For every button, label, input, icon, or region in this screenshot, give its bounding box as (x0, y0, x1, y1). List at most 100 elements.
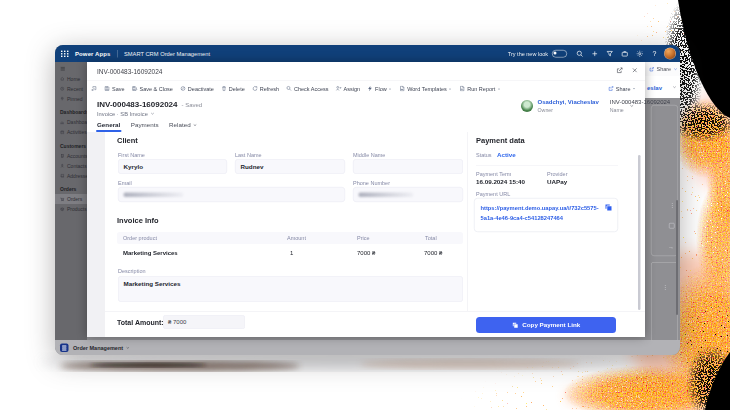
copy-payment-link-button[interactable]: Copy Payment Link (476, 317, 616, 333)
background-owner-link[interactable]: eslav (647, 84, 662, 91)
background-panel (651, 262, 678, 341)
payment-section-heading: Payment data (476, 136, 525, 145)
dialog-scrollbar[interactable] (638, 155, 641, 310)
chevron-down-icon (447, 86, 453, 91)
phone-field[interactable] (353, 187, 463, 202)
chevron-down-icon[interactable] (126, 345, 131, 350)
form-content: Client First Name Last Name Middle Name … (87, 132, 645, 337)
hamburger-icon[interactable] (60, 66, 87, 72)
waffle-icon[interactable] (61, 50, 69, 57)
flow-button[interactable]: Flow (367, 86, 392, 92)
try-new-look-toggle[interactable] (552, 50, 567, 58)
total-amount-field[interactable]: ₴ 7000 (163, 315, 245, 329)
restore-dialog-icon[interactable] (91, 86, 97, 92)
owner-avatar[interactable] (521, 100, 533, 112)
payment-url-link2[interactable]: 5a1a-4e46-9ca4-c54128247464 (481, 215, 564, 221)
assign-button[interactable]: Assign (336, 86, 361, 92)
background-icon (669, 223, 675, 229)
dimmed-backdrop: ⋮ → ⋮ (645, 98, 680, 340)
invoice-table-row[interactable]: Marketing Services 1 7000 ₴ 7000 ₴ (117, 244, 463, 262)
delete-button[interactable]: Delete (221, 86, 245, 92)
last-name-field[interactable]: Rudnev (235, 159, 345, 174)
sidebar-group-dashboards[interactable]: Dashboards (55, 108, 87, 117)
description-label: Description (118, 268, 146, 274)
cell-price: 7000 ₴ (357, 249, 375, 256)
payment-url-field: https://payment.demo.uapay.ua/i/732c5575… (474, 198, 618, 232)
sidebar-item-orders[interactable]: Orders (55, 194, 87, 204)
sidebar-item-addresses[interactable]: Addresses (55, 171, 87, 181)
user-avatar[interactable] (664, 48, 676, 60)
record-title: INV-000483-16092024- Saved (97, 100, 202, 109)
sidebar-item-accounts[interactable]: Accounts (55, 151, 87, 161)
share-icon (649, 66, 655, 72)
close-icon[interactable] (631, 67, 640, 76)
description-field[interactable]: Marketing Services (118, 276, 463, 302)
try-new-look-label: Try the new look (508, 51, 548, 57)
share-button-background[interactable]: Share (649, 66, 680, 72)
email-label: Email (118, 180, 132, 186)
gear-icon[interactable] (632, 45, 647, 62)
status-value: Active (497, 151, 516, 158)
save-status: - Saved (182, 101, 203, 108)
sidebar-item-dashboard[interactable]: Dashboard (55, 117, 87, 127)
chevron-down-icon (150, 111, 155, 116)
payment-url-link[interactable]: https://payment.demo.uapay.ua/i/732c5575… (481, 205, 599, 211)
record-header: INV-000483-16092024- Saved Invoice · SB … (87, 97, 645, 118)
run-report-button[interactable]: Run Report (459, 86, 501, 92)
tab-payments[interactable]: Payments (131, 118, 159, 132)
first-name-label: First Name (118, 152, 145, 158)
col-price: Price (357, 235, 370, 241)
deactivate-button[interactable]: Deactivate (180, 86, 214, 92)
middle-name-field[interactable] (353, 159, 463, 174)
sidebar-item-home[interactable]: Home (55, 74, 87, 84)
sidebar-item-activities[interactable]: Activities (55, 127, 87, 137)
header-fields: Osadchyi, ViacheslavOwner INV-000483-160… (521, 99, 670, 113)
copy-url-icon[interactable] (605, 204, 613, 212)
sidebar-item-pinned[interactable]: Pinned (55, 94, 87, 104)
help-icon[interactable]: ? (647, 45, 662, 62)
check-access-button[interactable]: Check Access (286, 86, 329, 92)
footer-divider (105, 311, 645, 312)
owner-label: Owner (538, 107, 599, 113)
first-name-field[interactable]: Kyrylo (118, 159, 227, 174)
cell-product: Marketing Services (123, 249, 178, 256)
tab-related[interactable]: Related (169, 118, 198, 132)
word-templates-button[interactable]: Word Templates (399, 86, 452, 92)
sidebar-item-products[interactable]: Products (55, 204, 87, 214)
dialog-titlebar: INV-000483-16092024 (87, 62, 645, 81)
sidebar-group-customers[interactable]: Customers (55, 142, 87, 151)
ellipsis-icon: ⋮ (662, 284, 668, 289)
record-name-label: Name (610, 107, 670, 113)
share-icon (608, 86, 614, 92)
settings-briefcase-icon[interactable] (617, 45, 632, 62)
sidebar-group-orders[interactable]: Orders (55, 185, 87, 194)
filter-icon[interactable] (602, 45, 617, 62)
popout-icon[interactable] (616, 67, 625, 76)
app-switcher-label[interactable]: Order Management (73, 345, 123, 351)
save-button[interactable]: Save (104, 86, 125, 92)
payment-term-value: 16.09.2024 15:40 (476, 178, 525, 185)
record-subtitle[interactable]: Invoice · SB Invoice (97, 111, 155, 117)
refresh-button[interactable]: Refresh (252, 86, 279, 92)
plus-icon[interactable] (587, 45, 602, 62)
phone-label: Phone Number (353, 180, 390, 186)
copy-icon (512, 322, 519, 329)
payment-url-label: Payment URL (476, 191, 510, 197)
background-scrollbar[interactable] (676, 200, 678, 315)
owner-link[interactable]: Osadchyi, Viacheslav (538, 99, 599, 106)
sidebar-item-recent[interactable]: Recent (55, 84, 87, 94)
save-and-close-button[interactable]: Save & Close (132, 86, 173, 92)
sidebar-item-contacts[interactable]: Contacts (55, 161, 87, 171)
collapse-header-icon[interactable] (629, 103, 635, 109)
tab-general[interactable]: General (97, 118, 120, 132)
cell-amount: 1 (290, 249, 293, 256)
chevron-down-icon (387, 86, 393, 91)
form-tabs: General Payments Related (87, 118, 645, 132)
ellipsis-icon: ⋮ (669, 202, 675, 207)
provider-label: Provider (547, 171, 567, 177)
search-icon[interactable] (572, 45, 587, 62)
share-button[interactable]: Share (608, 80, 638, 97)
email-field[interactable] (118, 187, 345, 202)
chevron-down-icon (672, 85, 677, 90)
status-label: Status (476, 152, 492, 158)
